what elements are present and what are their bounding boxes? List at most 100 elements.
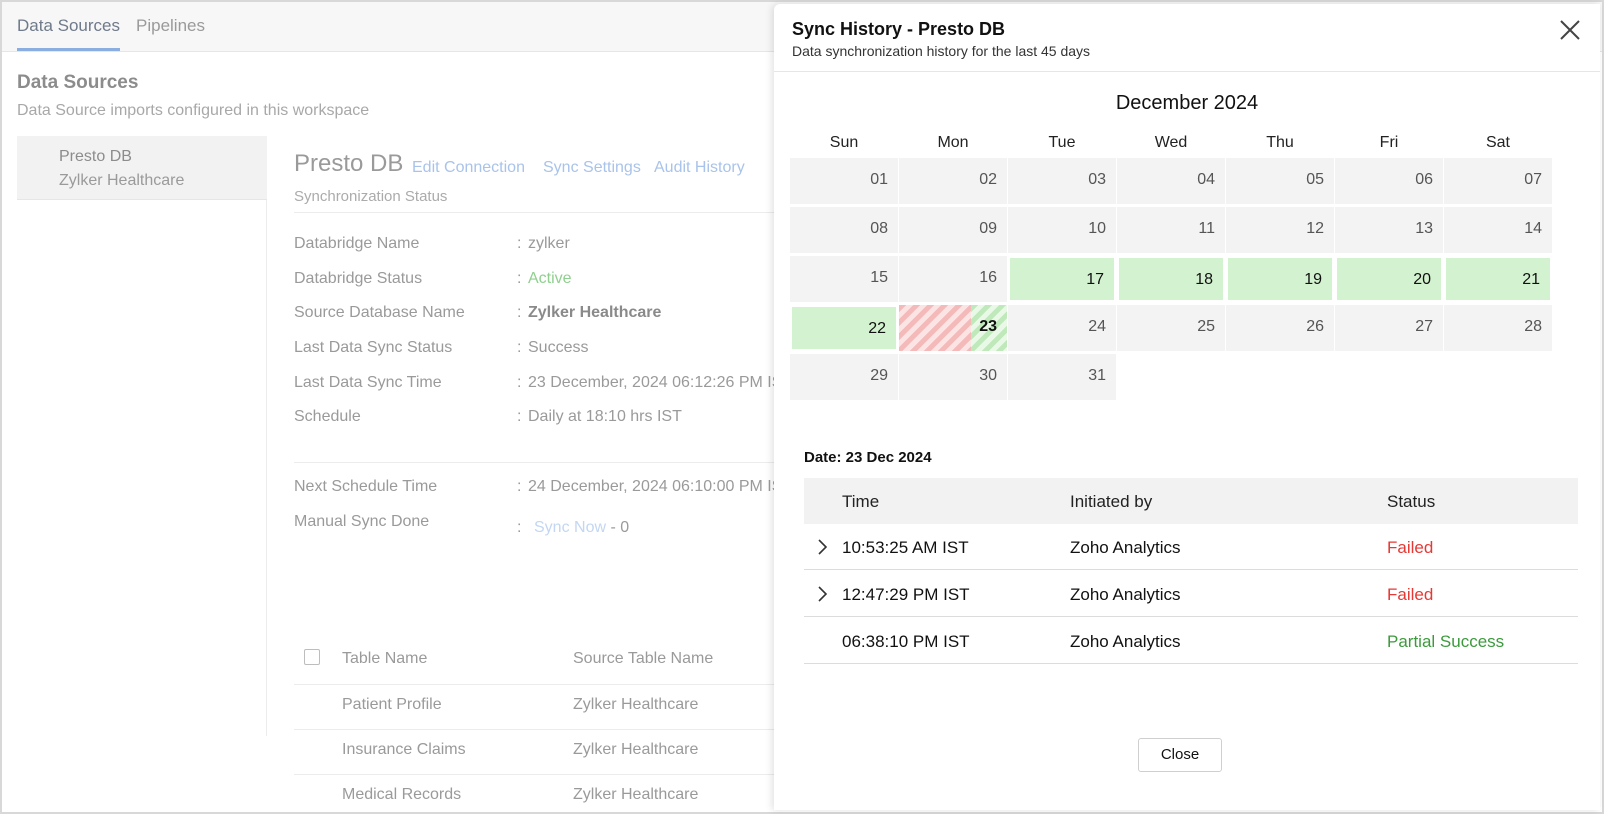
calendar-day-number: 23 [979, 318, 997, 335]
calendar-day-number: 24 [1088, 318, 1106, 335]
next-schedule-value: 24 December, 2024 06:10:00 PM IS [528, 478, 783, 495]
calendar-day[interactable]: 16 [899, 256, 1007, 302]
history-row[interactable]: 12:47:29 PM IST Zoho Analytics Failed [804, 571, 1578, 617]
calendar-day[interactable]: 14 [1444, 207, 1552, 253]
calendar-day[interactable]: 17 [1008, 256, 1116, 302]
history-row[interactable]: 10:53:25 AM IST Zoho Analytics Failed [804, 524, 1578, 570]
calendar-day[interactable]: 08 [790, 207, 898, 253]
select-all-checkbox[interactable] [304, 649, 320, 665]
calendar-day-number: 27 [1415, 318, 1433, 335]
calendar-day-number: 20 [1413, 271, 1431, 288]
calendar-day[interactable]: 06 [1335, 158, 1443, 204]
calendar-day-number: 03 [1088, 171, 1106, 188]
close-button[interactable]: Close [1138, 738, 1222, 772]
tab-data-sources[interactable]: Data Sources [17, 16, 120, 36]
calendar-day[interactable]: 10 [1008, 207, 1116, 253]
calendar-day[interactable]: 12 [1226, 207, 1334, 253]
info-colon: : [517, 235, 522, 252]
calendar-day-number: 14 [1524, 220, 1542, 237]
info-label: Last Data Sync Time [294, 374, 442, 391]
table-divider [294, 684, 774, 685]
calendar-day[interactable]: 15 [790, 256, 898, 302]
calendar-day[interactable]: 01 [790, 158, 898, 204]
calendar-day[interactable]: 09 [899, 207, 1007, 253]
calendar-day[interactable]: 02 [899, 158, 1007, 204]
sync-settings-link[interactable]: Sync Settings [543, 159, 641, 177]
weekday-fri: Fri [1379, 134, 1399, 151]
calendar-day-number: 18 [1195, 271, 1213, 288]
calendar-day[interactable]: 31 [1008, 354, 1116, 400]
calendar-day[interactable]: 05 [1226, 158, 1334, 204]
calendar-day-number: 11 [1198, 220, 1215, 237]
calendar-day[interactable]: 30 [899, 354, 1007, 400]
calendar-day[interactable]: 25 [1117, 305, 1225, 351]
divider [294, 212, 774, 213]
info-label: Source Database Name [294, 304, 465, 321]
selected-date-label: Date: 23 Dec 2024 [804, 449, 932, 466]
calendar-day[interactable]: 07 [1444, 158, 1552, 204]
table-divider [294, 774, 774, 775]
last-sync-time-value: 23 December, 2024 06:12:26 PM IS [528, 374, 783, 391]
calendar-day[interactable]: 18 [1117, 256, 1225, 302]
history-status: Failed [1387, 585, 1434, 604]
calendar-day-number: 15 [870, 269, 888, 286]
info-label: Last Data Sync Status [294, 339, 453, 356]
info-label: Schedule [294, 408, 361, 425]
calendar-day[interactable]: 28 [1444, 305, 1552, 351]
dialog-title: Sync History - Presto DB [792, 19, 1006, 39]
history-header-time: Time [842, 492, 880, 511]
history-header-status: Status [1387, 492, 1436, 511]
audit-history-link[interactable]: Audit History [654, 159, 745, 177]
close-icon[interactable] [1558, 18, 1582, 42]
data-source-item[interactable]: Presto DB Zylker Healthcare [17, 136, 267, 200]
table-divider [294, 729, 774, 730]
info-colon: : [517, 304, 522, 321]
calendar-day[interactable]: 29 [790, 354, 898, 400]
manual-sync-count: - 0 [610, 519, 630, 536]
calendar-day-number: 09 [979, 220, 997, 237]
calendar-day[interactable]: 03 [1008, 158, 1116, 204]
chevron-right-icon[interactable] [814, 538, 830, 556]
calendar-day[interactable]: 21 [1444, 256, 1552, 302]
info-label: Databridge Name [294, 235, 420, 252]
calendar-day[interactable]: 26 [1226, 305, 1334, 351]
sync-now-link[interactable]: Sync Now [534, 519, 606, 536]
calendar-day-number: 30 [979, 367, 997, 384]
weekday-thu: Thu [1266, 134, 1294, 151]
calendar-day-number: 05 [1306, 171, 1324, 188]
weekday-sun: Sun [829, 134, 859, 151]
calendar-day-number: 31 [1088, 367, 1106, 384]
page-subtitle: Data Source imports configured in this w… [17, 102, 370, 119]
calendar-day-number: 10 [1088, 220, 1106, 237]
table-cell: Zylker Healthcare [573, 696, 699, 713]
tab-pipelines[interactable]: Pipelines [136, 16, 205, 36]
calendar-day[interactable]: 20 [1335, 256, 1443, 302]
calendar-day-number: 13 [1415, 220, 1433, 237]
calendar-day[interactable]: 22 [790, 305, 898, 351]
active-tab-indicator [17, 48, 120, 51]
calendar-day[interactable]: 24 [1008, 305, 1116, 351]
info-label: Manual Sync Done [294, 513, 430, 530]
table-cell: Patient Profile [342, 696, 442, 713]
calendar-day[interactable]: 27 [1335, 305, 1443, 351]
calendar-day[interactable]: 11 [1117, 207, 1225, 253]
calendar-day-number: 04 [1197, 171, 1215, 188]
calendar-day[interactable]: 13 [1335, 207, 1443, 253]
info-label: Next Schedule Time [294, 478, 438, 495]
table-header-source: Source Table Name [573, 650, 714, 667]
weekday-sat: Sat [1485, 134, 1510, 151]
calendar-day[interactable]: 23 [899, 305, 1007, 351]
calendar-day-number: 19 [1304, 271, 1322, 288]
source-db-name-value: Zylker Healthcare [528, 304, 662, 321]
calendar-day-number: 06 [1415, 171, 1433, 188]
calendar-day[interactable]: 19 [1226, 256, 1334, 302]
edit-connection-link[interactable]: Edit Connection [412, 159, 525, 177]
calendar-day-number: 28 [1524, 318, 1542, 335]
chevron-right-icon[interactable] [814, 585, 830, 603]
weekday-wed: Wed [1154, 134, 1188, 151]
calendar-day-number: 17 [1086, 271, 1104, 288]
sync-history-dialog: Sync History - Presto DB Data synchroniz… [774, 4, 1600, 810]
data-source-item-subtitle: Zylker Healthcare [59, 172, 185, 189]
weekday-mon: Mon [937, 134, 969, 151]
calendar-day[interactable]: 04 [1117, 158, 1225, 204]
